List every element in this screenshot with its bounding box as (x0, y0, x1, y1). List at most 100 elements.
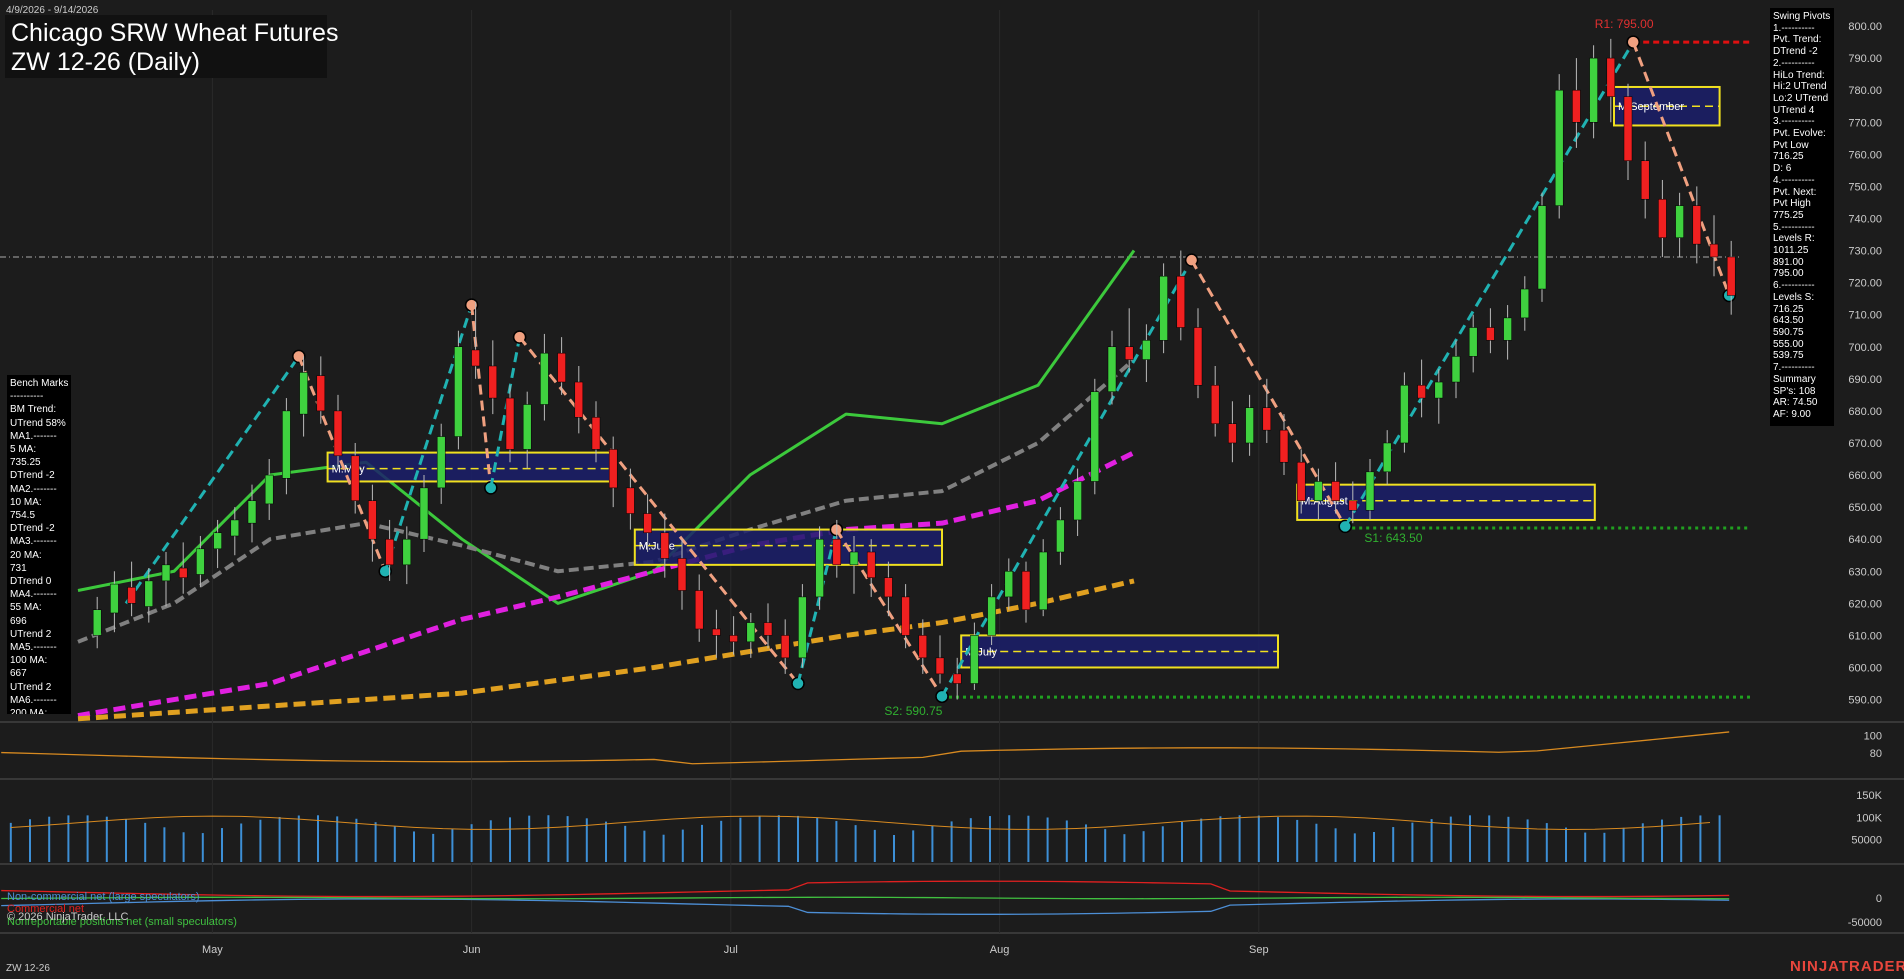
candle-body (299, 372, 308, 415)
price-tick-label: 760.00 (1848, 149, 1882, 161)
price-tick-label: 770.00 (1848, 117, 1882, 129)
bench-line: 696 (10, 615, 27, 627)
candle-body (1623, 96, 1633, 161)
candle-body (746, 622, 756, 643)
bench-line: 5 MA: (10, 444, 37, 456)
bench-line: DTrend -2 (10, 523, 55, 535)
candle-body (1073, 481, 1082, 521)
candle-body (247, 500, 257, 524)
x-tick-label: Jun (463, 944, 481, 956)
oscillator-tick-label: 80 (1870, 748, 1882, 760)
candle-body (178, 567, 188, 578)
oscillator-line (1, 731, 1730, 765)
candle-body (1382, 442, 1392, 473)
chart-subtitle: ZW 12-26 (Daily) (11, 48, 200, 76)
date-range: 4/9/2026 - 9/14/2026 (6, 5, 99, 16)
bench-line: UTrend 2 (10, 681, 52, 693)
candle-body (161, 564, 171, 582)
swing-line: Levels S: (1773, 291, 1815, 303)
candle-body (1726, 256, 1736, 296)
candle-body (1589, 57, 1598, 123)
bench-line: DTrend -2 (10, 470, 55, 482)
price-tick-label: 590.00 (1848, 695, 1882, 707)
price-tick-label: 700.00 (1848, 342, 1882, 354)
swing-line: AF: 9.00 (1773, 408, 1811, 420)
bench-line: MA1.------- (10, 430, 57, 442)
bench-line: MA3.------- (10, 536, 57, 548)
candle-body (1021, 571, 1031, 610)
candle-body (780, 635, 790, 659)
candle-body (1572, 89, 1581, 123)
bench-line: 667 (10, 668, 27, 680)
cot-tick-label: 0 (1876, 893, 1882, 905)
swing-line: 4.---------- (1773, 174, 1815, 186)
swing-line: AR: 74.50 (1773, 397, 1818, 409)
candle-body (1193, 327, 1203, 386)
candle-body (264, 474, 274, 505)
swing-line: Summary (1773, 373, 1816, 385)
price-tick-label: 620.00 (1848, 598, 1882, 610)
swing-line: 775.25 (1773, 209, 1804, 221)
ma-line (77, 249, 1136, 605)
swing-line (940, 259, 1193, 698)
candle-body (660, 532, 670, 559)
candle-body (694, 590, 704, 630)
swing-line: 891.00 (1773, 256, 1804, 268)
candle-body (505, 397, 515, 450)
swing-line: 6.---------- (1773, 280, 1815, 292)
swing-line: 1011.25 (1773, 245, 1809, 257)
brand-logo: NINJATRADER (1790, 958, 1904, 975)
legend-noncommercial: Non-commercial net (large speculators) (7, 891, 200, 903)
candle-body (643, 513, 652, 534)
price-tick-label: 790.00 (1848, 53, 1882, 65)
monthly-box (326, 451, 617, 483)
candle-body (436, 436, 446, 489)
monthly-box-label: M:June (639, 541, 675, 553)
swing-line: Swing Pivots (1773, 11, 1831, 22)
chart-title: Chicago SRW Wheat Futures (11, 19, 339, 47)
bench-line: MA5.------- (10, 642, 57, 654)
candle-body (333, 410, 343, 457)
price-tick-label: 780.00 (1848, 85, 1882, 97)
candle-body (127, 587, 136, 604)
swing-line: 3.---------- (1773, 116, 1815, 128)
candle-body (832, 538, 842, 566)
price-tick-label: 640.00 (1848, 534, 1882, 546)
candle-body (1176, 275, 1186, 328)
swing-line: 795.00 (1773, 268, 1804, 280)
swing-line: UTrend 4 (1773, 104, 1815, 116)
candle-body (1004, 571, 1014, 598)
x-tick-label: May (202, 944, 223, 956)
candle-body (471, 349, 480, 367)
candle-body (350, 455, 360, 501)
swing-line: Lo:2 UTrend (1773, 92, 1829, 104)
price-tick-label: 720.00 (1848, 278, 1882, 290)
swing-line: 716.25 (1773, 151, 1804, 163)
candle-body (1554, 89, 1564, 206)
x-tick-label: Jul (724, 944, 738, 956)
candle-body (110, 583, 119, 614)
candle-body (1314, 481, 1323, 501)
copyright: © 2026 NinjaTrader, LLC (7, 911, 129, 923)
oscillator-tick-label: 100 (1864, 731, 1882, 743)
candle-body (849, 551, 859, 566)
candle-body (522, 404, 532, 450)
bench-line: BM Trend: (10, 404, 57, 416)
resistance-label: R1: 795.00 (1595, 17, 1654, 31)
volume-tick-label: 50000 (1851, 835, 1882, 847)
candle-body (987, 596, 996, 636)
candle-body (213, 532, 222, 550)
candle-body (1107, 346, 1117, 392)
volume-ma-line (10, 815, 1711, 830)
candle-body (1537, 205, 1547, 290)
candle-body (454, 346, 463, 437)
swing-line: 643.50 (1773, 315, 1804, 327)
bench-line: UTrend 2 (10, 628, 52, 640)
candle-body (1434, 381, 1444, 399)
x-tick-label: Sep (1249, 944, 1269, 956)
price-tick-label: 670.00 (1848, 438, 1882, 450)
candle-body (385, 538, 394, 566)
swing-line: Pvt High (1773, 198, 1811, 210)
candle-body (866, 551, 876, 578)
candle-body (901, 596, 910, 636)
